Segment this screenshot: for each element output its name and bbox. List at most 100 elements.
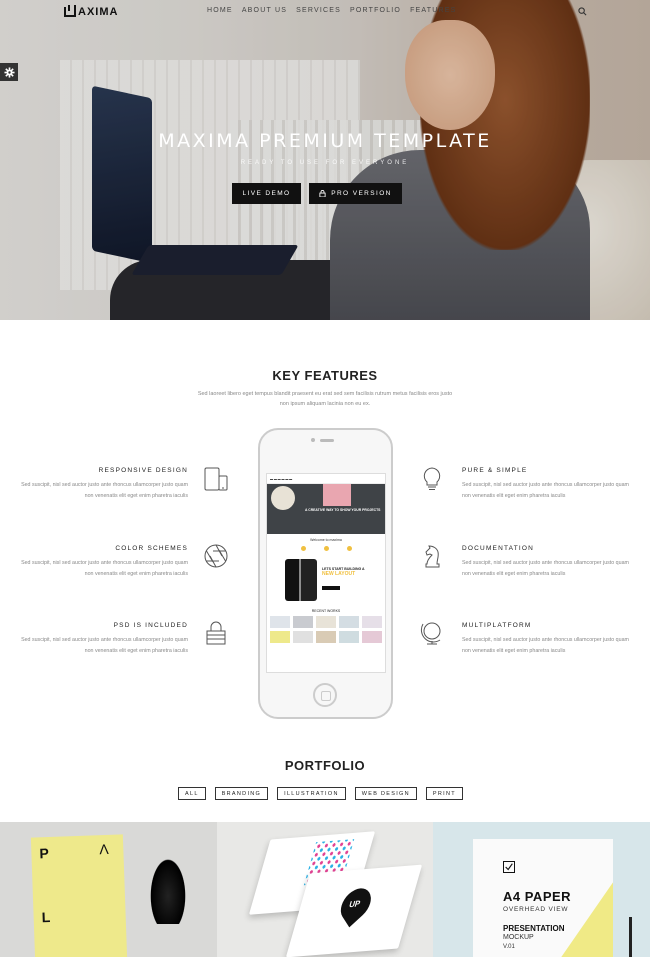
screen-cta-bar bbox=[322, 586, 340, 590]
portfolio-item-a4[interactable]: A4 PAPER OVERHEAD VIEW PRESENTATION MOCK… bbox=[433, 822, 650, 957]
filter-illustration[interactable]: ILLUSTRATION bbox=[277, 787, 346, 800]
logo-mark-icon bbox=[64, 5, 76, 17]
nav-item-about[interactable]: ABOUT US bbox=[242, 7, 287, 14]
phone-screen: ▬ ▬ ▬ ▬ ▬ ▬ A CREATIVE WAY TO SHOW YOUR … bbox=[266, 473, 386, 673]
nav-item-features[interactable]: FEATURES bbox=[410, 7, 456, 14]
screen-lets-start: LETS START BUILDING A NEW LAYOUT bbox=[267, 559, 385, 607]
screen-work-thumb bbox=[362, 616, 382, 628]
features-description: Sed laoreet libero eget tempus blandit p… bbox=[197, 391, 453, 407]
phone-home-button bbox=[313, 683, 337, 707]
screen-hero-dish bbox=[271, 486, 295, 510]
screen-recent-works: RECENT WORKS bbox=[311, 609, 341, 613]
logo[interactable]: AXIMA bbox=[64, 5, 119, 18]
screen-work-thumb bbox=[339, 616, 359, 628]
chess-knight-icon bbox=[425, 545, 440, 568]
feature-text: Sed suscipit, nisl sed auctor justo ante… bbox=[21, 482, 188, 499]
nav-item-services[interactable]: SERVICES bbox=[296, 7, 341, 14]
feature-title: DOCUMENTATION bbox=[462, 545, 535, 552]
top-navbar: AXIMA HOME ABOUT US SERVICES PORTFOLIO F… bbox=[0, 0, 650, 24]
feature-title: PSD IS INCLUDED bbox=[113, 622, 188, 629]
lightbulb-icon bbox=[423, 467, 441, 490]
pro-version-button[interactable]: PRO VERSION bbox=[309, 183, 402, 204]
filter-all[interactable]: ALL bbox=[178, 787, 206, 800]
logo-text: AXIMA bbox=[78, 6, 119, 18]
screen-work-thumb bbox=[293, 616, 313, 628]
screen-work-thumb bbox=[362, 631, 382, 643]
nav-item-portfolio[interactable]: PORTFOLIO bbox=[350, 7, 401, 14]
feature-text: Sed suscipit, nisl sed auctor justo ante… bbox=[462, 482, 629, 499]
filter-web-design[interactable]: WEB DESIGN bbox=[354, 787, 417, 800]
search-icon[interactable] bbox=[578, 7, 587, 16]
live-demo-button[interactable]: LIVE DEMO bbox=[232, 183, 301, 204]
feature-title: RESPONSIVE DESIGN bbox=[98, 467, 188, 474]
portfolio-filters: ALL BRANDING ILLUSTRATION WEB DESIGN PRI… bbox=[178, 787, 463, 800]
lock-icon bbox=[319, 190, 326, 197]
yellow-paper-image: P Λ L bbox=[30, 834, 128, 957]
globe-icon bbox=[420, 622, 441, 645]
a4-version: V.01 bbox=[503, 944, 515, 950]
screen-feature-dot bbox=[346, 546, 352, 551]
a4-paper-mockup: A4 PAPER OVERHEAD VIEW PRESENTATION MOCK… bbox=[473, 839, 613, 957]
screen-hero: A CREATIVE WAY TO SHOW YOUR PROJECTS bbox=[267, 484, 385, 534]
feature-pure-simple: PURE & SIMPLE Sed suscipit, nisl sed auc… bbox=[462, 467, 637, 501]
feature-title: MULTIPLATFORM bbox=[462, 622, 532, 629]
screen-navbar: ▬ ▬ ▬ ▬ ▬ ▬ bbox=[267, 474, 385, 484]
a4-subheading: OVERHEAD VIEW bbox=[503, 906, 569, 913]
nav-item-home[interactable]: HOME bbox=[207, 7, 233, 14]
feature-title: PURE & SIMPLE bbox=[462, 467, 528, 474]
phone-camera bbox=[311, 438, 315, 442]
a4-mockup: MOCKUP bbox=[503, 934, 534, 941]
screen-feature-icons bbox=[267, 544, 385, 559]
screen-feature-dot bbox=[300, 546, 306, 551]
phone-mockup: ▬ ▬ ▬ ▬ ▬ ▬ A CREATIVE WAY TO SHOW YOUR … bbox=[258, 428, 393, 719]
features-title: KEY FEATURES bbox=[272, 368, 378, 383]
screen-work-thumb bbox=[270, 631, 290, 643]
screen-hero-text: A CREATIVE WAY TO SHOW YOUR PROJECTS bbox=[305, 508, 381, 512]
screen-welcome: Welcome to maxima bbox=[310, 538, 342, 542]
feature-color-schemes: COLOR SCHEMES Sed suscipit, nisl sed auc… bbox=[13, 545, 188, 579]
pencil-image bbox=[629, 917, 632, 957]
screen-lets-start-text: LETS START BUILDING A NEW LAYOUT bbox=[322, 567, 365, 577]
settings-button[interactable] bbox=[0, 63, 18, 81]
screen-feature-dot bbox=[323, 546, 329, 551]
screen-work-thumb bbox=[270, 616, 290, 628]
feature-multiplatform: MULTIPLATFORM Sed suscipit, nisl sed auc… bbox=[462, 622, 637, 656]
paper-letter: P bbox=[39, 845, 50, 862]
feature-text: Sed suscipit, nisl sed auctor justo ante… bbox=[462, 560, 629, 577]
phone-speaker bbox=[320, 439, 334, 442]
hero-section: AXIMA HOME ABOUT US SERVICES PORTFOLIO F… bbox=[0, 0, 650, 320]
a4-heading: A4 PAPER bbox=[503, 889, 572, 904]
screen-work-thumb bbox=[316, 631, 336, 643]
screen-works-grid bbox=[267, 616, 385, 643]
main-nav: HOME ABOUT US SERVICES PORTFOLIO FEATURE… bbox=[207, 7, 457, 14]
hero-title: MAXIMA PREMIUM TEMPLATE bbox=[158, 130, 492, 152]
feature-text: Sed suscipit, nisl sed auctor justo ante… bbox=[462, 637, 629, 654]
devices-icon bbox=[204, 467, 228, 491]
screen-work-thumb bbox=[316, 616, 336, 628]
pro-version-label: PRO VERSION bbox=[331, 190, 392, 197]
feature-title: COLOR SCHEMES bbox=[115, 545, 188, 552]
paper-letter: L bbox=[41, 909, 51, 926]
feature-documentation: DOCUMENTATION Sed suscipit, nisl sed auc… bbox=[462, 545, 637, 579]
screen-work-thumb bbox=[293, 631, 313, 643]
checkbox-icon bbox=[503, 861, 515, 873]
gear-icon bbox=[3, 66, 15, 78]
aperture-icon bbox=[204, 544, 228, 568]
feature-text: Sed suscipit, nisl sed auctor justo ante… bbox=[21, 637, 188, 654]
screen-new-layout-label: NEW LAYOUT bbox=[322, 571, 356, 577]
portfolio-item-paper[interactable]: P Λ L bbox=[0, 822, 217, 957]
hero-subtitle: READY TO USE FOR EVERYONE bbox=[240, 160, 410, 166]
ink-splash-image bbox=[148, 854, 188, 924]
feature-responsive: RESPONSIVE DESIGN Sed suscipit, nisl sed… bbox=[13, 467, 188, 501]
filter-print[interactable]: PRINT bbox=[425, 787, 463, 800]
filter-branding[interactable]: BRANDING bbox=[214, 787, 269, 800]
screen-work-thumb bbox=[339, 631, 359, 643]
live-demo-label: LIVE DEMO bbox=[242, 190, 291, 197]
feature-text: Sed suscipit, nisl sed auctor justo ante… bbox=[21, 560, 188, 577]
feature-psd: PSD IS INCLUDED Sed suscipit, nisl sed a… bbox=[13, 622, 188, 656]
padlock-icon bbox=[206, 621, 226, 645]
screen-hero-sheet bbox=[323, 484, 351, 506]
paper-letter: Λ bbox=[99, 840, 109, 858]
portfolio-item-cards[interactable]: UP bbox=[217, 822, 433, 957]
screen-phones-image bbox=[285, 559, 317, 601]
